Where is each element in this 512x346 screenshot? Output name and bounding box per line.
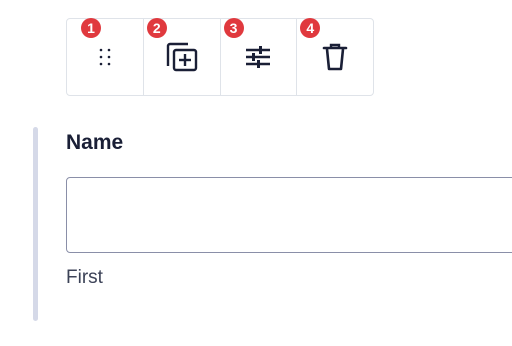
- duplicate-icon: [164, 40, 200, 74]
- duplicate-button[interactable]: 2: [142, 18, 220, 95]
- field-label: Name: [66, 131, 124, 154]
- form-editor: 1 2 3 4 Name First: [0, 0, 512, 346]
- drag-button[interactable]: 1: [67, 18, 143, 95]
- drag-handle-icon: [98, 46, 112, 68]
- delete-button[interactable]: 4: [296, 18, 373, 95]
- field-selection-rail: [33, 127, 38, 321]
- settings-sliders-icon: [244, 44, 272, 70]
- settings-button[interactable]: 3: [219, 18, 297, 95]
- step-badge: 2: [146, 18, 167, 38]
- name-input[interactable]: [66, 177, 512, 253]
- trash-icon: [322, 42, 348, 72]
- field-toolbar: 1 2 3 4: [66, 18, 374, 96]
- step-badge: 1: [81, 18, 101, 38]
- field-sublabel: First: [66, 267, 103, 288]
- step-badge: 4: [300, 18, 321, 38]
- step-badge: 3: [223, 18, 244, 38]
